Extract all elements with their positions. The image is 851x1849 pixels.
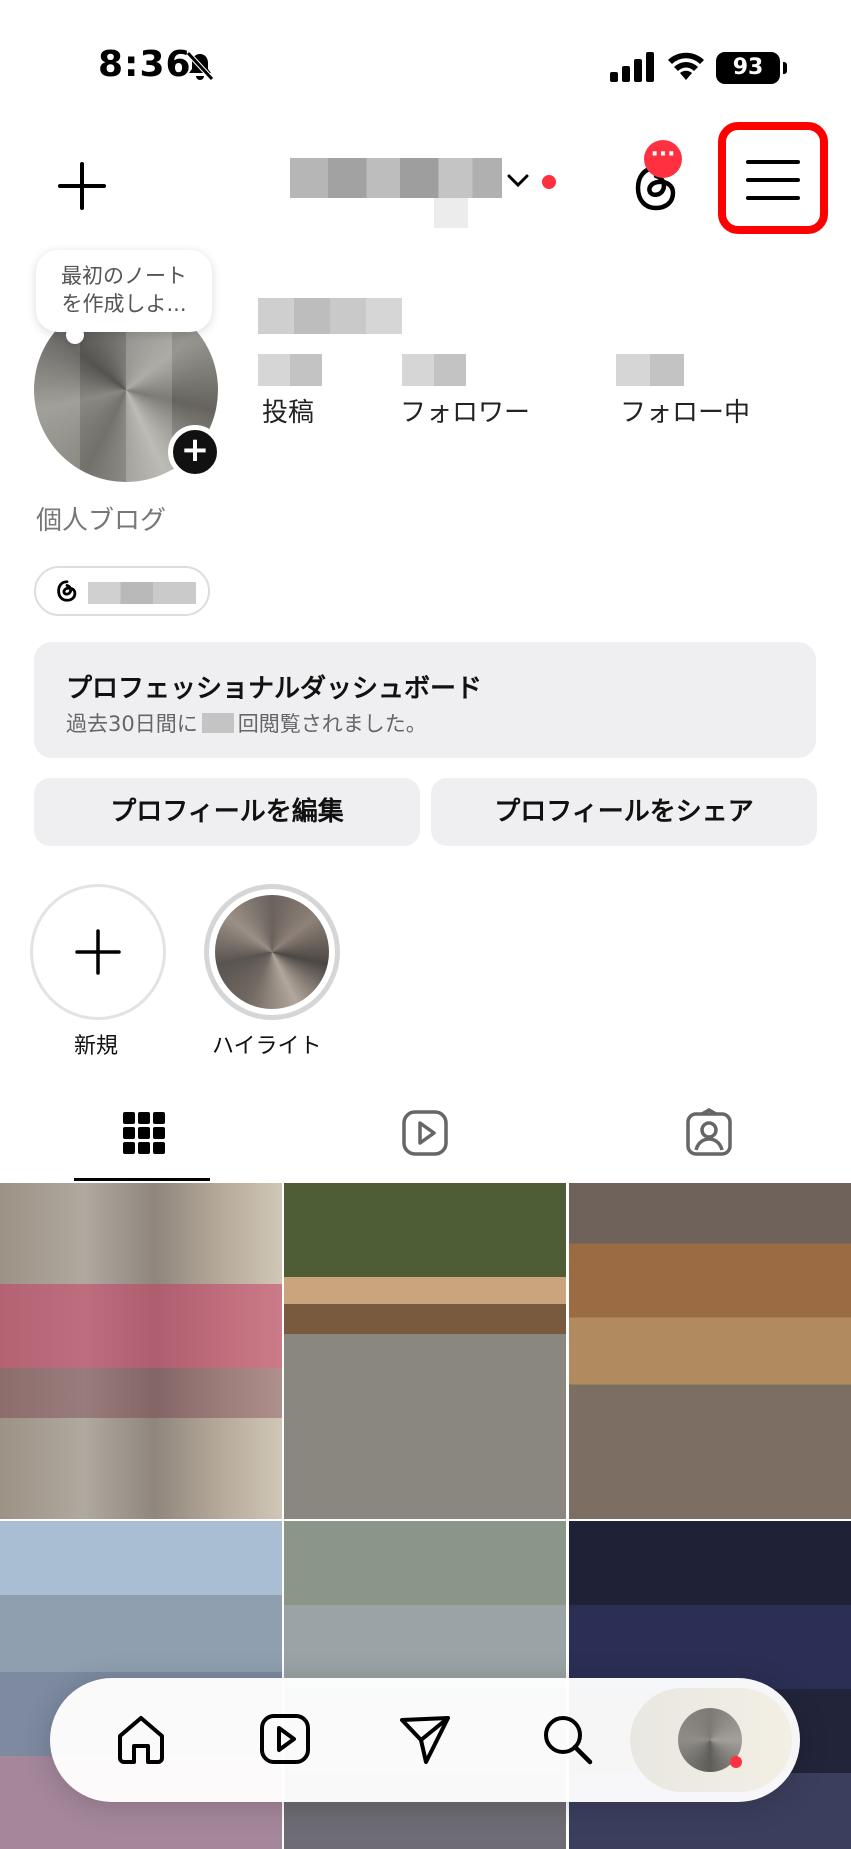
cellular-signal-icon <box>610 52 654 82</box>
post-thumbnail[interactable] <box>569 1183 851 1519</box>
username-blurred-fragment <box>434 198 468 228</box>
edit-profile-button[interactable]: プロフィールを編集 <box>34 778 420 846</box>
new-highlight-button[interactable] <box>30 884 166 1020</box>
posts-count-blurred <box>258 354 322 386</box>
status-bar: 8:36 93 <box>0 0 851 140</box>
profile-category: 個人ブログ <box>36 506 167 536</box>
view-count-blurred <box>201 713 234 733</box>
highlight-cover <box>215 895 329 1009</box>
reels-tab-icon[interactable] <box>400 1108 450 1158</box>
display-name-blurred <box>258 298 402 334</box>
highlight-story[interactable] <box>204 884 340 1020</box>
bottom-navigation <box>50 1678 800 1802</box>
following-label[interactable]: フォロー中 <box>620 392 750 429</box>
dashboard-subtitle-prefix: 過去30日間に <box>66 712 198 736</box>
dashboard-subtitle: 過去30日間に 回閲覧されました。 <box>66 708 427 738</box>
reels-icon[interactable] <box>256 1710 314 1768</box>
account-notification-dot <box>542 175 556 189</box>
threads-handle-blurred <box>88 582 196 604</box>
followers-label[interactable]: フォロワー <box>400 392 530 429</box>
wifi-icon <box>668 52 704 80</box>
bell-muted-icon <box>186 51 214 81</box>
profile-notification-dot <box>730 1756 742 1768</box>
battery-indicator: 93 <box>716 52 787 84</box>
direct-message-icon[interactable] <box>396 1710 454 1768</box>
highlight-label: ハイライト <box>212 1034 322 1059</box>
search-icon[interactable] <box>538 1710 596 1768</box>
tagged-tab-icon[interactable] <box>684 1108 734 1158</box>
share-profile-button[interactable]: プロフィールをシェア <box>431 778 817 846</box>
add-story-icon[interactable]: + <box>168 425 222 479</box>
status-time: 8:36 <box>98 44 192 85</box>
username-blurred[interactable] <box>290 158 502 198</box>
dashboard-subtitle-suffix: 回閲覧されました。 <box>237 712 427 736</box>
post-thumbnail[interactable] <box>0 1183 282 1519</box>
grid-tab-icon[interactable] <box>119 1108 169 1158</box>
note-bubble[interactable]: 最初のノートを作成しよ... <box>36 250 212 344</box>
threads-profile-link[interactable] <box>34 566 210 616</box>
hamburger-menu-icon[interactable] <box>746 160 800 204</box>
new-highlight-label: 新規 <box>74 1034 119 1059</box>
followers-count-blurred[interactable] <box>402 354 466 386</box>
create-plus-icon[interactable] <box>56 160 108 212</box>
posts-label[interactable]: 投稿 <box>262 392 314 429</box>
chevron-down-icon[interactable] <box>506 172 530 190</box>
plus-icon <box>75 929 121 975</box>
professional-dashboard-card[interactable]: プロフェッショナルダッシュボード 過去30日間に 回閲覧されました。 <box>34 642 816 758</box>
dashboard-title: プロフェッショナルダッシュボード <box>66 674 483 704</box>
home-icon[interactable] <box>112 1710 170 1768</box>
threads-badge: ··· <box>644 140 682 178</box>
active-tab-indicator <box>74 1178 210 1181</box>
threads-logo-icon <box>57 580 77 602</box>
post-thumbnail[interactable] <box>284 1183 566 1519</box>
following-count-blurred[interactable] <box>616 354 684 386</box>
